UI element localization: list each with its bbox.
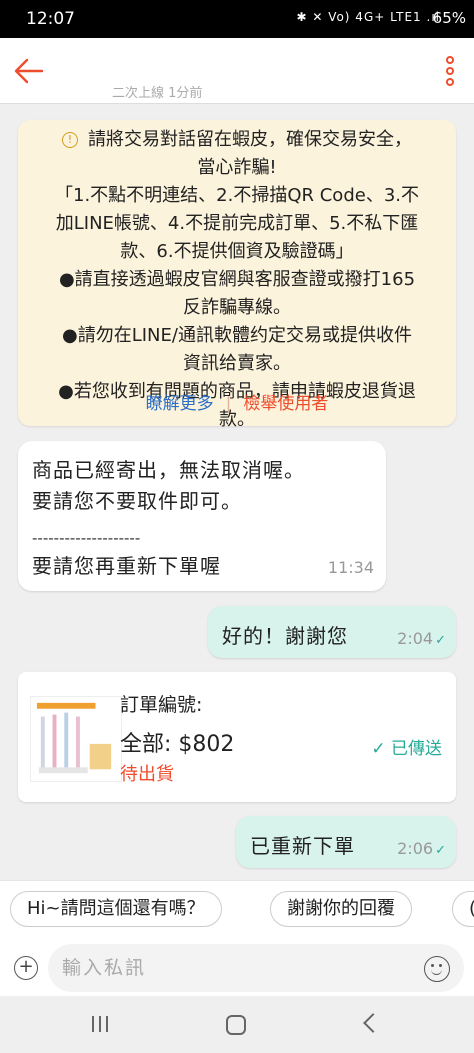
back-arrow-icon[interactable] bbox=[12, 54, 46, 88]
battery-level: 65% bbox=[432, 9, 466, 27]
message-line: 要請您再重新下單喔 bbox=[32, 554, 221, 578]
warning-icon: ! bbox=[62, 132, 78, 148]
message-text: 好的！謝謝您 bbox=[222, 624, 348, 648]
quick-reply-chip[interactable]: Hi~請問這個還有嗎？ bbox=[10, 891, 222, 927]
learn-more-link[interactable]: 瞭解更多 bbox=[146, 394, 214, 414]
outgoing-message[interactable]: 好的！謝謝您 2:04 ✓ bbox=[208, 606, 456, 658]
message-line: 商品已經寄出，無法取消喔。 bbox=[32, 458, 305, 482]
order-total: 全部: $802 bbox=[120, 732, 235, 757]
link-separator: | bbox=[225, 394, 232, 414]
message-time: 11:34 bbox=[327, 558, 374, 577]
incoming-message[interactable]: 商品已經寄出，無法取消喔。 要請您不要取件即可。 ---------------… bbox=[18, 441, 386, 591]
message-text: 已重新下單 bbox=[250, 834, 355, 858]
emoji-icon[interactable] bbox=[424, 956, 450, 982]
notice-line: 請將交易對話留在蝦皮，確保交易安全， bbox=[88, 129, 412, 150]
message-time: 2:04 bbox=[397, 629, 434, 648]
message-input-wrapper bbox=[48, 944, 464, 992]
system-nav-bar bbox=[0, 996, 474, 1053]
status-icons: ✱ ✕ Vo) 4G+ LTE1 .ıl bbox=[296, 10, 440, 24]
product-thumbnail bbox=[30, 696, 122, 782]
notice-line: 當心詐騙! bbox=[197, 157, 277, 178]
read-check-icon: ✓ bbox=[435, 633, 446, 648]
notice-line: ●請直接透過蝦皮官網與客服查證或撥打165 bbox=[58, 269, 416, 290]
message-meta: 2:06 ✓ bbox=[397, 839, 446, 858]
recent-apps-icon[interactable] bbox=[92, 1016, 114, 1034]
system-back-icon[interactable] bbox=[363, 1013, 383, 1033]
notice-line: ●請勿在LINE/通訊軟體约定交易或提供收件 bbox=[62, 325, 412, 346]
outgoing-message[interactable]: 已重新下單 2:06 ✓ bbox=[236, 816, 456, 868]
order-card[interactable]: 訂單編號: 全部: $802 待出貨 ✓ 已傳送 bbox=[18, 672, 456, 802]
more-options-icon[interactable] bbox=[444, 56, 456, 88]
chat-header: 二次上線 1分前 bbox=[0, 38, 474, 104]
add-attachment-icon[interactable]: + bbox=[14, 956, 38, 980]
notice-line: 加LINE帳號、4.不提前完成訂單、5.不私下匯 bbox=[55, 213, 419, 234]
safety-notice: ! 請將交易對話留在蝦皮，確保交易安全， 當心詐騙! 「1.不點不明連结、2.不掃… bbox=[18, 120, 456, 430]
quick-reply-chip[interactable]: 謝謝你的回覆 bbox=[270, 891, 412, 927]
last-seen-status: 二次上線 1分前 bbox=[112, 86, 203, 101]
notice-line: 「1.不點不明連结、2.不掃描QR Code、3.不 bbox=[55, 185, 419, 206]
redacted-username bbox=[60, 38, 270, 64]
status-bar: 12:07 ✱ ✕ Vo) 4G+ LTE1 .ıl 65% bbox=[0, 0, 474, 38]
order-number-label: 訂單編號: bbox=[120, 694, 203, 716]
home-icon[interactable] bbox=[226, 1015, 246, 1035]
read-check-icon: ✓ bbox=[435, 843, 446, 858]
message-time: 2:06 bbox=[397, 839, 434, 858]
sent-status: ✓ 已傳送 bbox=[371, 739, 442, 759]
message-line: 要請您不要取件即可。 bbox=[32, 489, 242, 513]
message-divider: -------------------- bbox=[32, 529, 141, 547]
status-time: 12:07 bbox=[26, 9, 75, 29]
notice-line: 資訊给賣家。 bbox=[183, 353, 291, 374]
order-status: 待出貨 bbox=[120, 764, 174, 785]
report-user-link[interactable]: 檢舉使用者 bbox=[243, 394, 328, 414]
composer-bar: + bbox=[0, 936, 474, 996]
quick-reply-bar: Hi~請問這個還有嗎？ 謝謝你的回覆 ( bbox=[0, 880, 474, 936]
notice-line: 款、6.不提供個資及驗證碼」 bbox=[120, 241, 354, 262]
quick-reply-chip[interactable]: ( bbox=[452, 891, 474, 927]
notice-line: 反詐騙專線。 bbox=[183, 297, 291, 318]
message-meta: 2:04 ✓ bbox=[397, 629, 446, 648]
message-input[interactable] bbox=[62, 954, 412, 982]
notice-links: 瞭解更多 | 檢舉使用者 bbox=[18, 390, 456, 418]
